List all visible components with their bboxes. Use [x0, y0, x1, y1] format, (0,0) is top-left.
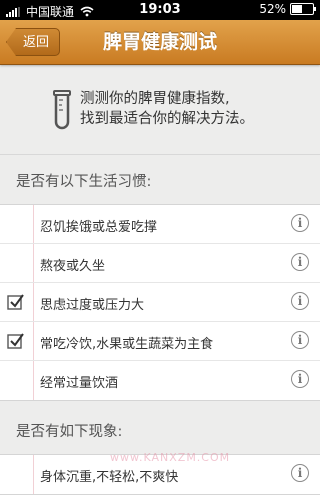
checkmark-icon — [7, 294, 24, 310]
intro-line-2: 找到最适合你的解决方法。 — [80, 111, 254, 127]
list-item[interactable]: 思虑过度或压力大 i — [0, 283, 320, 322]
row-margin-line — [33, 283, 34, 321]
info-icon[interactable]: i — [291, 292, 309, 310]
info-icon[interactable]: i — [291, 370, 309, 388]
row-margin-line — [33, 322, 34, 360]
list-item[interactable]: 忍饥挨饿或总爱吃撑 i — [0, 205, 320, 244]
info-icon[interactable]: i — [291, 464, 309, 482]
info-icon[interactable]: i — [291, 331, 309, 349]
section-header-habits: 是否有以下生活习惯: — [16, 174, 152, 190]
list-item-label: 常吃冷饮,水果或生蔬菜为主食 — [40, 337, 214, 352]
row-margin-line — [33, 361, 34, 400]
habits-list: 忍饥挨饿或总爱吃撑 i 熬夜或久坐 i 思虑过度或压力大 i 常吃冷饮,水果或生蔬菜为主食 i… — [0, 204, 320, 401]
list-item-label: 忍饥挨饿或总爱吃撑 — [40, 220, 158, 235]
list-item-label: 思虑过度或压力大 — [40, 298, 145, 313]
info-icon[interactable]: i — [291, 214, 309, 232]
row-margin-line — [33, 455, 34, 494]
list-item-label: 经常过量饮酒 — [40, 376, 119, 391]
test-tube-icon — [53, 90, 71, 130]
list-item[interactable]: 熬夜或久坐 i — [0, 244, 320, 283]
list-item[interactable]: 常吃冷饮,水果或生蔬菜为主食 i — [0, 322, 320, 361]
battery-percent: 52% — [259, 2, 286, 16]
list-item-label: 熬夜或久坐 — [40, 259, 106, 274]
checkmark-icon — [7, 333, 24, 349]
battery-fill — [292, 5, 303, 13]
navigation-bar: 返回 脾胃健康测试 — [0, 20, 320, 65]
watermark: www.KANXZM.COM — [110, 451, 231, 464]
status-right: 52% — [259, 2, 316, 16]
list-item-label: 身体沉重,不轻松,不爽快 — [40, 470, 179, 485]
status-bar: 中国联通 19:03 52% — [0, 0, 320, 20]
info-icon[interactable]: i — [291, 253, 309, 271]
page-title: 脾胃健康测试 — [102, 31, 217, 53]
intro-line-1: 测测你的脾胃健康指数, — [80, 91, 230, 107]
section-header-symptoms: 是否有如下现象: — [16, 424, 123, 440]
row-margin-line — [33, 205, 34, 243]
intro-section: 测测你的脾胃健康指数, 找到最适合你的解决方法。 — [0, 65, 320, 155]
row-margin-line — [33, 244, 34, 282]
divider — [0, 154, 320, 155]
intro-text: 测测你的脾胃健康指数, 找到最适合你的解决方法。 — [80, 89, 254, 129]
list-item[interactable]: 经常过量饮酒 i — [0, 361, 320, 400]
battery-icon — [290, 3, 316, 15]
